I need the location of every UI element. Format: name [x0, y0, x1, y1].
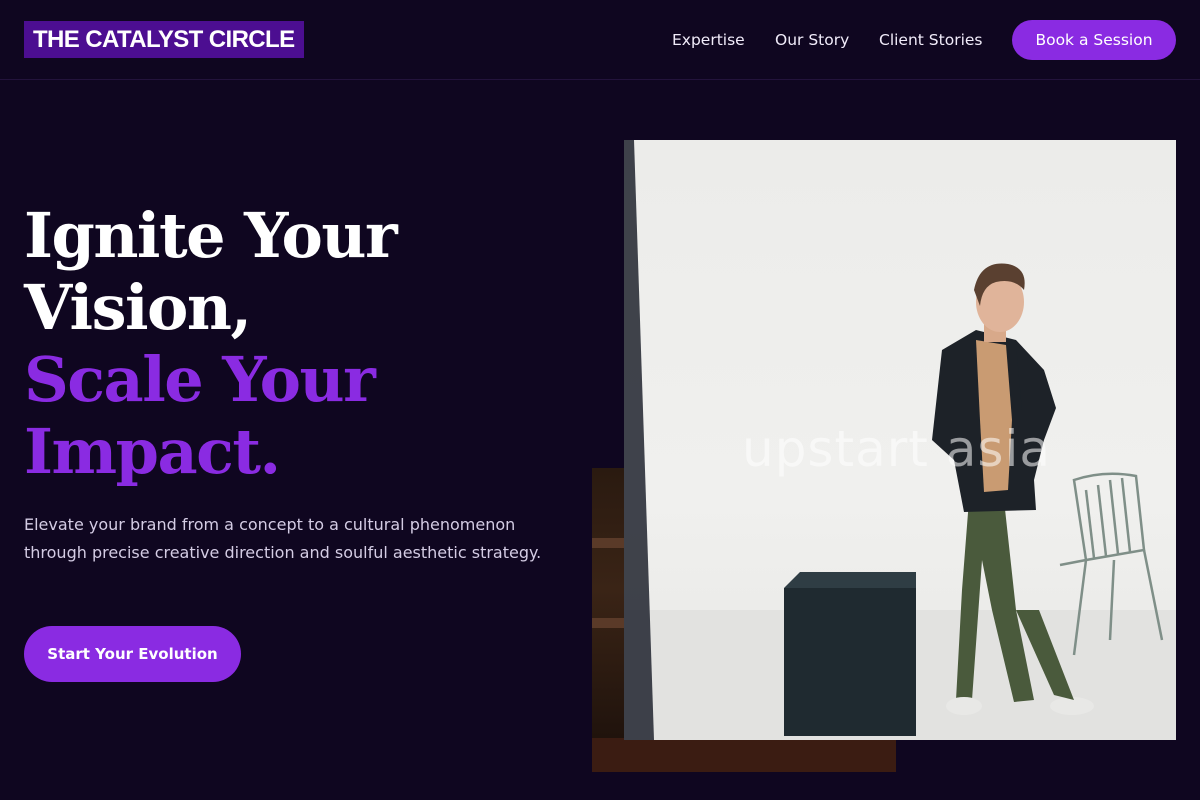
headline-line-1: Ignite Your: [24, 199, 398, 272]
site-header: THE CATALYST CIRCLE Expertise Our Story …: [0, 0, 1200, 80]
photo-floor: [592, 738, 896, 772]
nav-link-our-story[interactable]: Our Story: [775, 29, 849, 51]
brand-logo[interactable]: THE CATALYST CIRCLE: [24, 21, 304, 58]
landing-page: THE CATALYST CIRCLE Expertise Our Story …: [0, 0, 1200, 800]
book-session-button[interactable]: Book a Session: [1012, 20, 1176, 60]
image-watermark: upstart asia: [742, 420, 1051, 478]
nav-link-client-stories[interactable]: Client Stories: [879, 29, 983, 51]
headline-line-3: Scale Your: [24, 343, 376, 416]
hero-description: Elevate your brand from a concept to a c…: [24, 515, 542, 562]
headline-line-2: Vision,: [24, 271, 252, 344]
headline-line-4: Impact.: [24, 415, 281, 488]
start-evolution-button[interactable]: Start Your Evolution: [24, 626, 241, 682]
hero-headline: Ignite Your Vision, Scale Your Impact.: [24, 199, 398, 488]
hero-photo: upstart asia: [624, 140, 1176, 740]
nav-link-expertise[interactable]: Expertise: [672, 29, 745, 51]
